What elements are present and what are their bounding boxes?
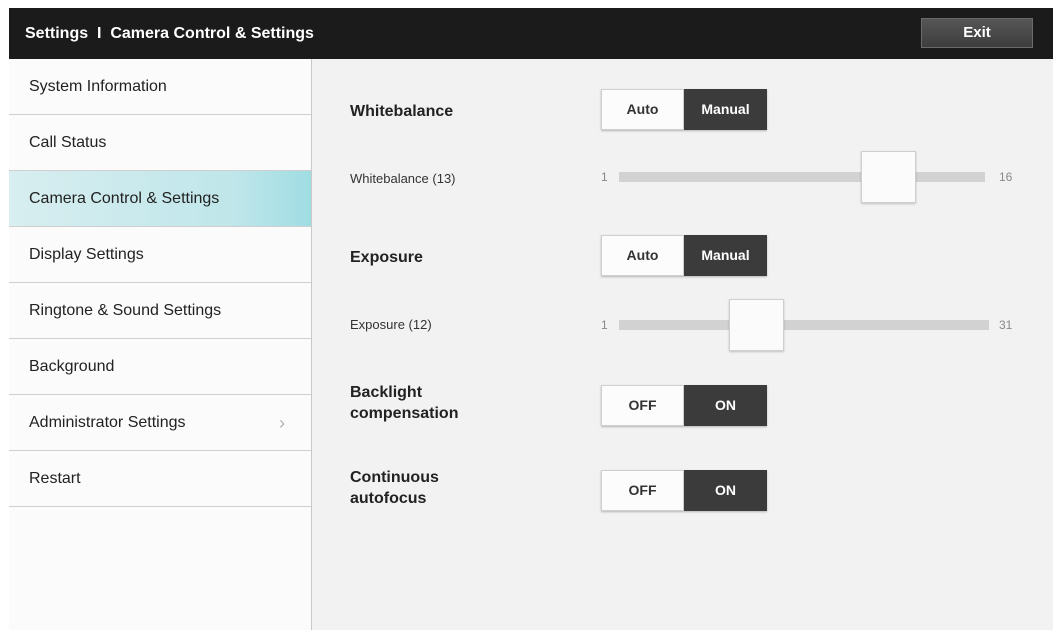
sidebar-item-label: Restart	[29, 470, 81, 487]
sidebar-item-restart[interactable]: Restart	[9, 451, 311, 507]
sidebar-item-label: Ringtone & Sound Settings	[29, 302, 222, 319]
backlight-label-line2: compensation	[350, 405, 459, 422]
whitebalance-label: Whitebalance	[350, 103, 454, 120]
continuous-autofocus-toggle: OFF ON	[601, 470, 767, 511]
page-title: Settings I Camera Control & Settings	[25, 25, 314, 42]
backlight-on-option[interactable]: ON	[684, 385, 767, 426]
backlight-compensation-label: Backlight compensation	[350, 382, 458, 424]
whitebalance-slider-thumb[interactable]	[861, 151, 916, 203]
exposure-manual-option[interactable]: Manual	[684, 235, 767, 276]
settings-window: Settings I Camera Control & Settings Exi…	[9, 8, 1053, 630]
backlight-label-line1: Backlight	[350, 384, 423, 401]
sidebar-item-camera-control[interactable]: Camera Control & Settings	[9, 171, 311, 227]
sidebar-item-label: Administrator Settings	[29, 414, 186, 431]
autofocus-label-line1: Continuous	[350, 469, 439, 486]
chevron-right-icon: ›	[279, 413, 285, 433]
whitebalance-slider-max: 16	[999, 170, 1013, 184]
exit-button[interactable]: Exit	[921, 18, 1033, 48]
sidebar-item-ringtone-sound[interactable]: Ringtone & Sound Settings	[9, 283, 311, 339]
sidebar-item-label: System Information	[29, 78, 167, 95]
exposure-toggle: Auto Manual	[601, 235, 767, 276]
exposure-slider-min: 1	[601, 318, 608, 332]
exposure-slider-thumb[interactable]	[729, 299, 784, 351]
sidebar-item-display-settings[interactable]: Display Settings	[9, 227, 311, 283]
exposure-slider-label: Exposure (12)	[350, 317, 432, 332]
exposure-slider[interactable]: 1 31	[601, 299, 1021, 351]
sidebar-item-call-status[interactable]: Call Status	[9, 115, 311, 171]
sidebar-item-label: Call Status	[29, 134, 107, 151]
exposure-label: Exposure	[350, 249, 423, 266]
continuous-autofocus-label: Continuous autofocus	[350, 467, 439, 508]
sidebar-item-label: Background	[29, 358, 115, 375]
whitebalance-slider[interactable]: 1 16	[601, 151, 1021, 203]
sidebar: System Information Call Status Camera Co…	[9, 59, 312, 630]
exposure-slider-max: 31	[999, 318, 1013, 332]
autofocus-on-option[interactable]: ON	[684, 470, 767, 511]
whitebalance-slider-label: Whitebalance (13)	[350, 171, 456, 186]
whitebalance-auto-option[interactable]: Auto	[601, 89, 684, 130]
sidebar-item-administrator-settings[interactable]: Administrator Settings ›	[9, 395, 311, 451]
whitebalance-slider-min: 1	[601, 170, 608, 184]
backlight-off-option[interactable]: OFF	[601, 385, 684, 426]
autofocus-label-line2: autofocus	[350, 490, 427, 507]
exposure-slider-track[interactable]	[619, 320, 989, 330]
settings-panel: Whitebalance Auto Manual Whitebalance (1…	[313, 59, 1053, 630]
whitebalance-toggle: Auto Manual	[601, 89, 767, 130]
whitebalance-slider-track[interactable]	[619, 172, 985, 182]
whitebalance-manual-option[interactable]: Manual	[684, 89, 767, 130]
sidebar-item-system-information[interactable]: System Information	[9, 59, 311, 115]
exposure-auto-option[interactable]: Auto	[601, 235, 684, 276]
sidebar-item-background[interactable]: Background	[9, 339, 311, 395]
sidebar-item-label: Camera Control & Settings	[29, 190, 220, 207]
autofocus-off-option[interactable]: OFF	[601, 470, 684, 511]
sidebar-item-label: Display Settings	[29, 246, 144, 263]
backlight-compensation-toggle: OFF ON	[601, 385, 767, 426]
header-bar: Settings I Camera Control & Settings Exi…	[9, 8, 1053, 59]
